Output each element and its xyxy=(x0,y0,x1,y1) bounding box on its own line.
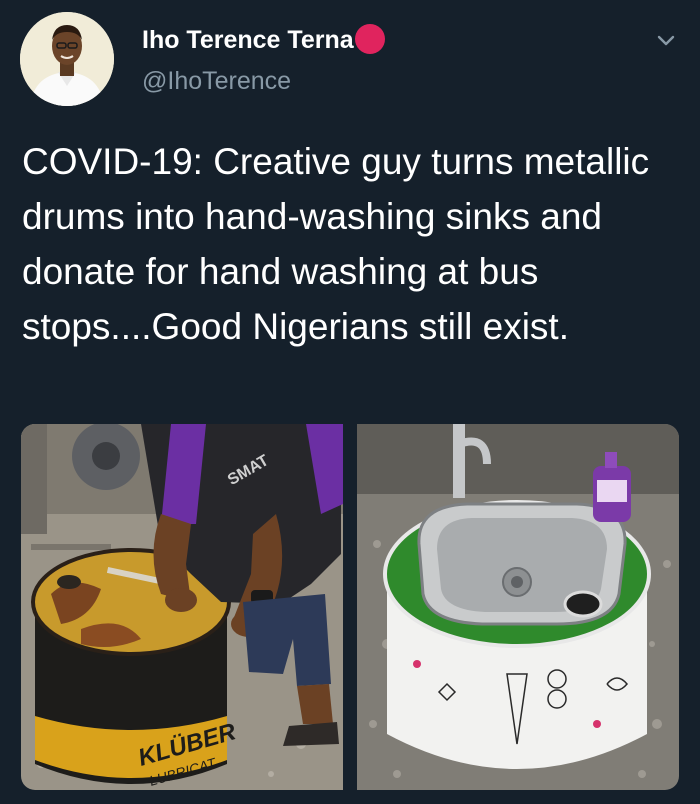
author-name-row[interactable]: Iho Terence Terna xyxy=(142,24,385,55)
chevron-down-icon[interactable] xyxy=(652,26,680,54)
media-photo-drum[interactable]: KLÜBER LUBRICAT SMAT xyxy=(21,424,343,790)
author-name[interactable]: Iho Terence Terna xyxy=(142,26,354,54)
avatar-photo xyxy=(20,12,114,106)
tweet-header: Iho Terence Terna @IhoTerence xyxy=(0,0,700,120)
avatar[interactable] xyxy=(20,12,114,106)
red-circle-icon xyxy=(354,24,385,54)
author-handle[interactable]: @IhoTerence xyxy=(142,67,291,96)
tweet-text: COVID-19: Creative guy turns metallic dr… xyxy=(22,141,650,347)
media-photo-sink[interactable] xyxy=(357,424,679,790)
